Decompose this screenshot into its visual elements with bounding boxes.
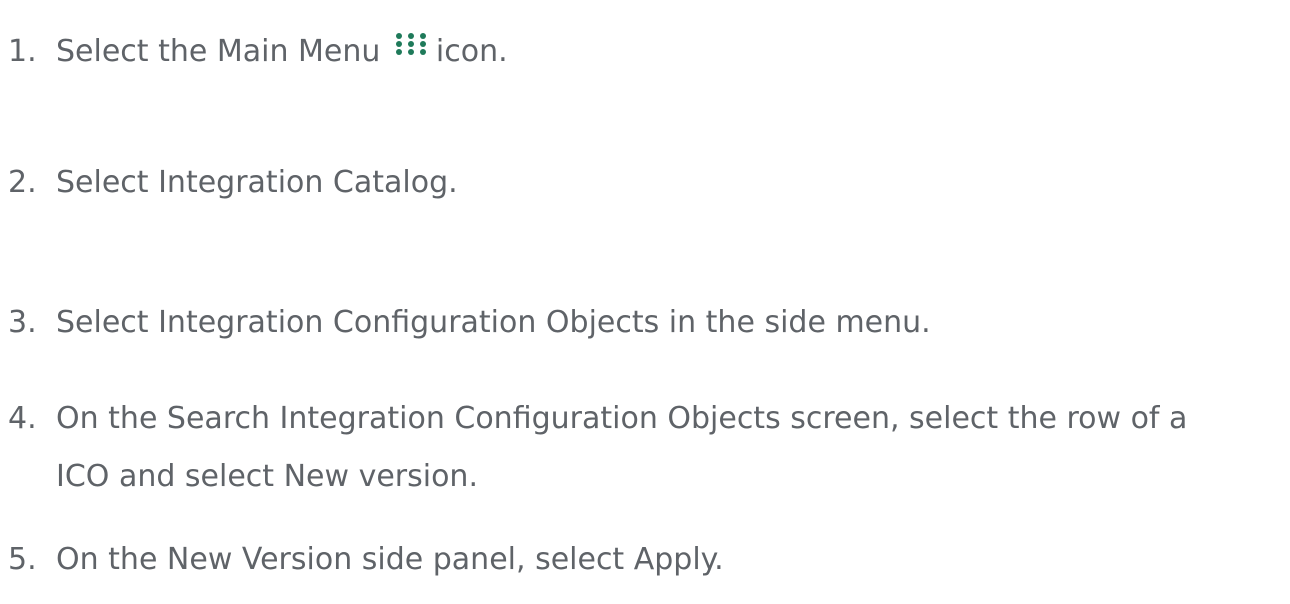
step-number: 1. xyxy=(8,34,37,69)
grid-dot xyxy=(407,49,414,55)
step-text-continued: ICO and select New version. xyxy=(56,459,478,494)
step-text: On the New Version side panel, select Ap… xyxy=(56,542,724,577)
grid-dot xyxy=(419,33,426,39)
step-4: 4. On the Search Integration Configuratio… xyxy=(8,401,1280,495)
grid-dot xyxy=(395,33,402,39)
grid-dot xyxy=(419,41,426,47)
step-number: 5. xyxy=(8,542,37,577)
step-text-suffix: icon. xyxy=(435,34,508,69)
step-text: Select Integration Catalog. xyxy=(56,165,458,200)
step-3: 3. Select Integration Configuration Objec… xyxy=(8,305,1280,341)
grid-menu-icon xyxy=(395,33,428,55)
grid-dot xyxy=(407,33,414,39)
grid-dot xyxy=(419,49,426,55)
step-number: 4. xyxy=(8,401,37,436)
step-5: 5. On the New Version side panel, select … xyxy=(8,542,1280,578)
step-number: 3. xyxy=(8,305,37,340)
step-1: 1. Select the Main Menu icon. xyxy=(8,33,1280,70)
grid-dot xyxy=(407,41,414,47)
step-text: Select Integration Configuration Objects… xyxy=(56,305,931,340)
grid-dot xyxy=(395,41,402,47)
step-text: On the Search Integration Configuration … xyxy=(56,401,1188,436)
step-number: 2. xyxy=(8,165,37,200)
grid-dot xyxy=(395,49,402,55)
step-text: Select the Main Menu xyxy=(56,34,381,69)
step-2: 2. Select Integration Catalog. xyxy=(8,165,1280,201)
